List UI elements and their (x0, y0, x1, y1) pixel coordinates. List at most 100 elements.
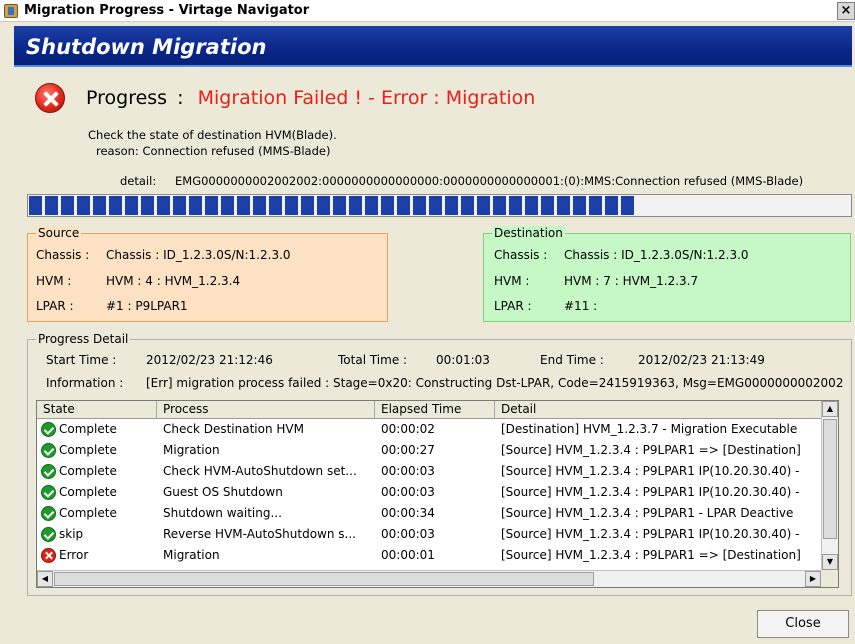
detail-value: EMG0000000002002002:0000000000000000:000… (175, 174, 804, 188)
progress-detail-panel: Progress Detail Start Time : 2012/02/23 … (27, 332, 852, 596)
row-state: skip (59, 527, 84, 541)
information-value: [Err] migration process failed : Stage=0… (146, 376, 844, 390)
row-elapsed: 00:00:02 (381, 422, 435, 436)
scroll-left-icon[interactable]: ◀ (37, 571, 53, 587)
end-time-value: 2012/02/23 21:13:49 (638, 353, 765, 367)
row-elapsed: 00:00:03 (381, 527, 435, 541)
row-state: Complete (59, 506, 117, 520)
scrollbar-corner (821, 570, 838, 587)
information-label: Information : (46, 376, 124, 390)
scroll-down-icon[interactable]: ▼ (822, 554, 838, 570)
row-process: Migration (163, 548, 220, 562)
row-process: Check Destination HVM (163, 422, 304, 436)
row-state: Complete (59, 422, 117, 436)
row-detail: [Source] HVM_1.2.3.4 : P9LPAR1 - LPAR De… (501, 506, 794, 520)
title-bar: Migration Progress - Virtage Navigator × (0, 0, 855, 22)
window-title: Migration Progress - Virtage Navigator (24, 3, 310, 18)
row-elapsed: 00:00:27 (381, 443, 435, 457)
table-row[interactable]: Error Migration 00:00:01 [Source] HVM_1.… (37, 545, 822, 566)
table-row[interactable]: skip Reverse HVM-AutoShutdown s... 00:00… (37, 524, 822, 545)
check-icon (41, 443, 56, 458)
progress-bar-fill (29, 196, 637, 215)
header-title: Shutdown Migration (26, 35, 267, 59)
close-button[interactable]: Close (757, 610, 849, 638)
scroll-right-icon[interactable]: ▶ (805, 571, 821, 587)
table-row[interactable]: Complete Guest OS Shutdown 00:00:03 [Sou… (37, 482, 822, 503)
app-icon (4, 4, 18, 18)
source-legend: Source (36, 226, 82, 240)
row-process: Reverse HVM-AutoShutdown s... (163, 527, 356, 541)
row-elapsed: 00:00:01 (381, 548, 435, 562)
destination-chassis-value: Chassis : ID_1.2.3.0S/N:1.2.3.0 (564, 248, 749, 262)
row-state: Error (59, 548, 89, 562)
row-detail: [Source] HVM_1.2.3.4 : P9LPAR1 => [Desti… (501, 443, 801, 457)
table-row[interactable]: Complete Migration 00:00:27 [Source] HVM… (37, 440, 822, 461)
progress-bar (27, 194, 852, 217)
start-time-value: 2012/02/23 21:12:46 (146, 353, 273, 367)
row-detail: [Source] HVM_1.2.3.4 : P9LPAR1 => [Desti… (501, 548, 801, 562)
end-time-label: End Time : (540, 353, 604, 367)
row-process: Migration (163, 443, 220, 457)
window-close-icon[interactable]: × (837, 2, 855, 20)
status-message: Check the state of destination HVM(Blade… (88, 128, 337, 142)
horizontal-scrollbar[interactable]: ◀ ▶ (37, 570, 822, 587)
vertical-scroll-thumb[interactable] (823, 419, 837, 539)
row-state: Complete (59, 443, 117, 457)
column-header-state[interactable]: State (37, 401, 157, 419)
table-row[interactable]: Complete Check Destination HVM 00:00:02 … (37, 419, 822, 440)
total-time-value: 00:01:03 (436, 353, 490, 367)
start-time-label: Start Time : (46, 353, 117, 367)
progress-status-value: Migration Failed ! - Error : Migration (197, 87, 536, 109)
destination-lpar-value: #11 : (564, 299, 598, 313)
progress-detail-legend: Progress Detail (36, 332, 131, 346)
status-line: Progress : Migration Failed ! - Error : … (86, 87, 535, 109)
row-state: Complete (59, 464, 117, 478)
column-header-process[interactable]: Process (157, 401, 375, 419)
row-detail: [Source] HVM_1.2.3.4 : P9LPAR1 IP(10.20.… (501, 464, 800, 478)
scroll-up-icon[interactable]: ▲ (822, 401, 838, 417)
column-header-elapsed[interactable]: Elapsed Time (375, 401, 495, 419)
progress-label: Progress (86, 87, 168, 109)
vertical-scrollbar[interactable]: ▲ ▼ (821, 401, 838, 571)
table-header: State Process Elapsed Time Detail (37, 401, 822, 419)
destination-panel: Destination Chassis : Chassis : ID_1.2.3… (483, 226, 851, 322)
check-icon (41, 506, 56, 521)
destination-hvm-label: HVM : (494, 274, 530, 288)
row-detail: [Destination] HVM_1.2.3.7 - Migration Ex… (501, 422, 798, 436)
row-process: Guest OS Shutdown (163, 485, 283, 499)
destination-hvm-value: HVM : 7 : HVM_1.2.3.7 (564, 274, 699, 288)
header-band: Shutdown Migration (14, 26, 852, 67)
error-icon (41, 548, 56, 563)
total-time-label: Total Time : (338, 353, 408, 367)
row-elapsed: 00:00:03 (381, 464, 435, 478)
destination-chassis-label: Chassis : (494, 248, 548, 262)
destination-legend: Destination (492, 226, 565, 240)
error-icon (35, 83, 65, 113)
horizontal-scroll-thumb[interactable] (54, 572, 594, 586)
source-panel: Source Chassis : Chassis : ID_1.2.3.0S/N… (27, 226, 388, 322)
source-chassis-label: Chassis : (36, 248, 90, 262)
check-icon (41, 485, 56, 500)
row-process: Check HVM-AutoShutdown set... (163, 464, 357, 478)
source-chassis-value: Chassis : ID_1.2.3.0S/N:1.2.3.0 (106, 248, 291, 262)
column-header-detail[interactable]: Detail (495, 401, 822, 419)
check-icon (41, 464, 56, 479)
table-row[interactable]: Complete Check HVM-AutoShutdown set... 0… (37, 461, 822, 482)
status-reason: reason: Connection refused (MMS-Blade) (96, 144, 331, 158)
check-icon (41, 527, 56, 542)
table-row[interactable]: Complete Shutdown waiting... 00:00:34 [S… (37, 503, 822, 524)
progress-separator: : (177, 87, 184, 109)
source-hvm-value: HVM : 4 : HVM_1.2.3.4 (106, 274, 241, 288)
source-hvm-label: HVM : (36, 274, 72, 288)
check-icon (41, 422, 56, 437)
row-state: Complete (59, 485, 117, 499)
row-process: Shutdown waiting... (163, 506, 282, 520)
source-lpar-label: LPAR : (36, 299, 74, 313)
row-elapsed: 00:00:34 (381, 506, 435, 520)
row-elapsed: 00:00:03 (381, 485, 435, 499)
source-lpar-value: #1 : P9LPAR1 (106, 299, 188, 313)
row-detail: [Source] HVM_1.2.3.4 : P9LPAR1 IP(10.20.… (501, 485, 800, 499)
progress-table: State Process Elapsed Time Detail Comple… (36, 400, 839, 588)
detail-label: detail: (120, 174, 157, 188)
destination-lpar-label: LPAR : (494, 299, 532, 313)
